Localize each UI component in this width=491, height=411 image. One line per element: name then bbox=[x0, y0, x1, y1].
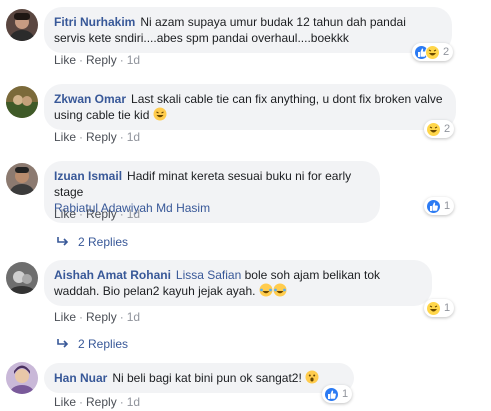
reaction-summary[interactable]: 2 bbox=[412, 43, 454, 61]
reply-link[interactable]: Reply bbox=[86, 207, 117, 221]
comment-bubble: Aishah Amat Rohani Lissa Safian bole soh … bbox=[44, 260, 432, 306]
comment-actions: Like · Reply · 1d bbox=[54, 53, 141, 67]
comment-author[interactable]: Fitri Nurhakim bbox=[54, 15, 135, 29]
view-replies-link[interactable]: 2 Replies bbox=[56, 235, 128, 249]
reply-link[interactable]: Reply bbox=[86, 53, 117, 67]
comment-time[interactable]: 1d bbox=[127, 130, 140, 144]
view-replies-link[interactable]: 2 Replies bbox=[56, 337, 128, 351]
replies-label: 2 Replies bbox=[78, 235, 129, 249]
comment-author[interactable]: Izuan Ismail bbox=[54, 169, 122, 183]
comment-bubble: Han Nuar Ni beli bagi kat bini pun ok san… bbox=[44, 363, 354, 393]
like-link[interactable]: Like bbox=[54, 310, 76, 324]
like-icon bbox=[426, 198, 441, 214]
replies-label: 2 Replies bbox=[78, 337, 129, 351]
like-link[interactable]: Like bbox=[54, 395, 76, 409]
comment-author[interactable]: Han Nuar bbox=[54, 371, 107, 385]
comment-actions: Like · Reply · 1d bbox=[54, 310, 141, 324]
reply-arrow-icon bbox=[56, 337, 72, 351]
haha-icon bbox=[425, 44, 440, 60]
comment-time[interactable]: 1d bbox=[127, 207, 140, 221]
comment-time[interactable]: 1d bbox=[127, 310, 140, 324]
reaction-count: 1 bbox=[444, 200, 451, 212]
reaction-summary[interactable]: 1 bbox=[424, 299, 455, 317]
comment-text: Ni beli bagi kat bini pun ok sangat2! bbox=[112, 371, 302, 385]
reaction-count: 2 bbox=[444, 123, 451, 135]
like-link[interactable]: Like bbox=[54, 207, 76, 221]
comment-bubble: Zkwan Omar Last skali cable tie can fix a… bbox=[44, 84, 456, 130]
comment-actions: Like · Reply · 1d bbox=[54, 207, 141, 221]
reaction-count: 2 bbox=[443, 46, 450, 58]
haha-icon bbox=[426, 300, 441, 316]
comment-actions: Like · Reply · 1d bbox=[54, 395, 141, 409]
reaction-summary[interactable]: 2 bbox=[424, 120, 455, 138]
reaction-summary[interactable]: 1 bbox=[424, 197, 455, 215]
comment-author[interactable]: Aishah Amat Rohani bbox=[54, 268, 171, 282]
reaction-count: 1 bbox=[342, 388, 349, 400]
avatar[interactable] bbox=[6, 86, 38, 118]
haha-icon bbox=[426, 121, 441, 137]
like-link[interactable]: Like bbox=[54, 53, 76, 67]
reply-arrow-icon bbox=[56, 235, 72, 249]
like-link[interactable]: Like bbox=[54, 130, 76, 144]
comment-author[interactable]: Zkwan Omar bbox=[54, 92, 126, 106]
comment-bubble: Fitri Nurhakim Ni azam supaya umur budak … bbox=[44, 7, 452, 53]
avatar[interactable] bbox=[6, 9, 38, 41]
comment-time[interactable]: 1d bbox=[127, 53, 140, 67]
astonished-emoji-icon bbox=[305, 370, 319, 384]
reply-link[interactable]: Reply bbox=[86, 395, 117, 409]
mention-link[interactable]: Lissa Safian bbox=[176, 268, 241, 282]
reply-link[interactable]: Reply bbox=[86, 310, 117, 324]
comment-actions: Like · Reply · 1d bbox=[54, 130, 141, 144]
comment-time[interactable]: 1d bbox=[127, 395, 140, 409]
avatar[interactable] bbox=[6, 262, 38, 294]
laughing-emoji-icon bbox=[153, 107, 167, 121]
reply-link[interactable]: Reply bbox=[86, 130, 117, 144]
avatar[interactable] bbox=[6, 163, 38, 195]
reaction-count: 1 bbox=[444, 302, 451, 314]
tears-of-joy-emoji-icon bbox=[273, 283, 287, 297]
reaction-summary[interactable]: 1 bbox=[322, 385, 353, 403]
tears-of-joy-emoji-icon bbox=[259, 283, 273, 297]
avatar[interactable] bbox=[6, 362, 38, 394]
like-icon bbox=[324, 386, 339, 402]
